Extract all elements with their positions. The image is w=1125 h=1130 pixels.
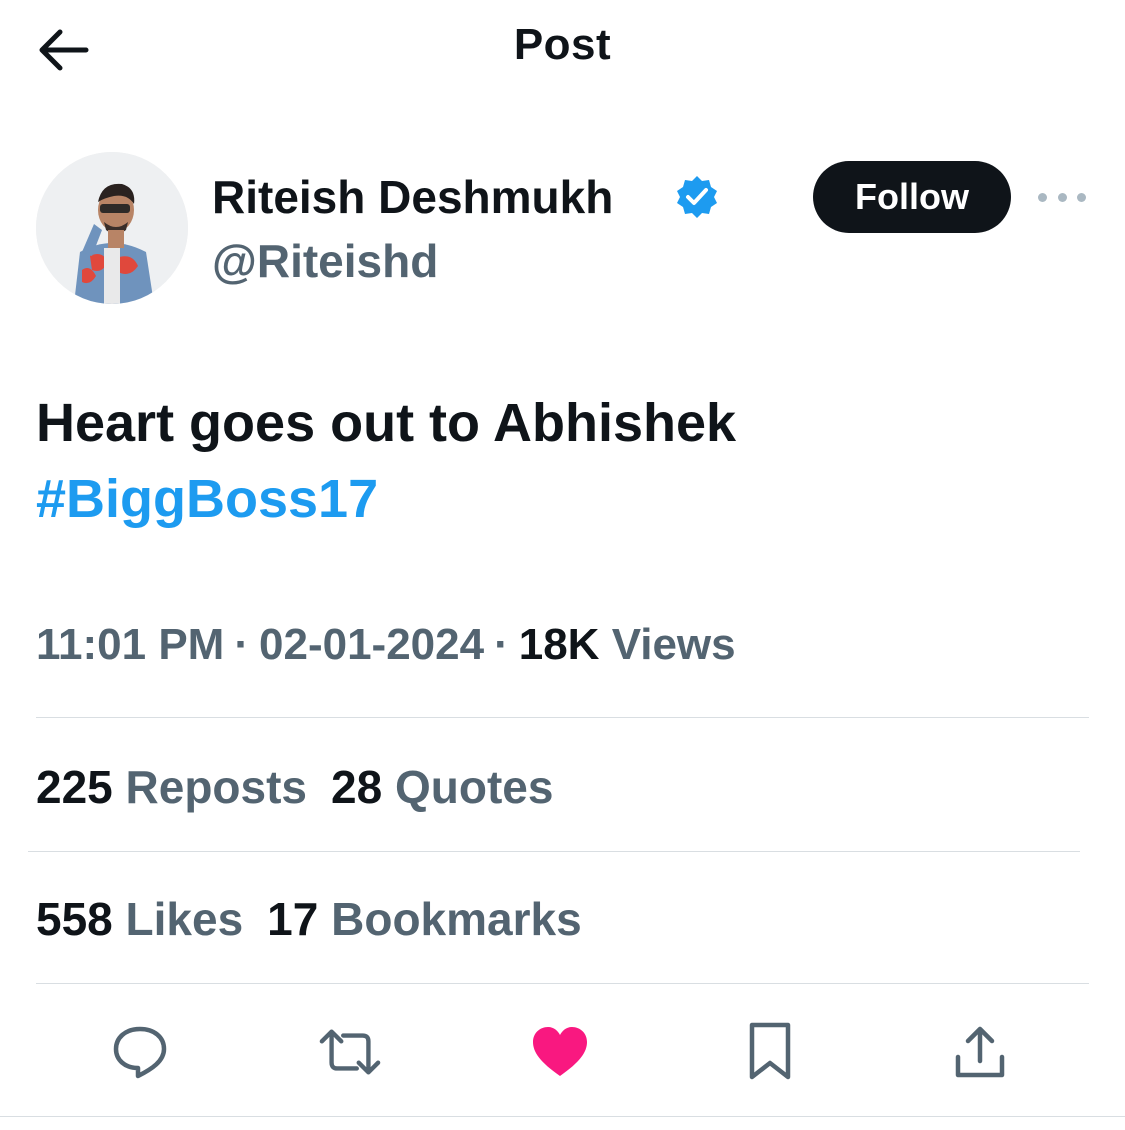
likes-count: 558 xyxy=(36,893,113,945)
stats-row-reactions: 558 Likes 17 Bookmarks xyxy=(36,892,606,946)
separator-dot: · xyxy=(234,620,249,669)
reply-button[interactable] xyxy=(108,1020,172,1084)
repost-button[interactable] xyxy=(318,1020,382,1084)
more-options-button[interactable] xyxy=(1038,180,1086,214)
author-name[interactable]: Riteish Deshmukh xyxy=(212,170,613,224)
stats-row-engagement: 225 Reposts 28 Quotes xyxy=(36,760,577,814)
bookmarks-count: 17 xyxy=(267,893,319,945)
post-time: 11:01 PM xyxy=(36,620,225,669)
profile-photo xyxy=(36,152,188,304)
reply-icon xyxy=(113,1026,167,1079)
follow-button[interactable]: Follow xyxy=(813,161,1011,233)
divider xyxy=(0,1116,1125,1117)
reposts-count: 225 xyxy=(36,761,113,813)
quotes-label: Quotes xyxy=(394,761,554,813)
reposts-stat[interactable]: 225 Reposts xyxy=(36,761,307,813)
like-icon xyxy=(533,1027,587,1076)
post-meta: 11:01 PM · 02-01-2024 · 18K Views xyxy=(36,620,736,670)
share-button[interactable] xyxy=(948,1020,1012,1084)
verified-badge-icon xyxy=(674,174,720,220)
avatar[interactable] xyxy=(36,152,188,304)
reposts-label: Reposts xyxy=(125,761,308,813)
dot-icon xyxy=(1057,192,1067,202)
dot-icon xyxy=(1077,192,1086,202)
quotes-count: 28 xyxy=(331,761,383,813)
separator-dot: · xyxy=(494,620,509,669)
like-button[interactable] xyxy=(528,1020,592,1084)
page-title: Post xyxy=(513,20,612,69)
share-icon xyxy=(955,1026,1005,1078)
bookmark-icon xyxy=(749,1022,791,1080)
post-date: 02-01-2024 xyxy=(259,620,485,669)
bookmarks-stat[interactable]: 17 Bookmarks xyxy=(267,893,582,945)
repost-icon xyxy=(319,1029,381,1075)
divider xyxy=(28,851,1080,852)
hashtag-link[interactable]: #BiggBoss17 xyxy=(36,468,378,530)
author-handle[interactable]: @Riteishd xyxy=(212,234,438,288)
post-text: Heart goes out to Abhishek xyxy=(36,393,737,453)
divider xyxy=(36,983,1089,984)
bookmark-button[interactable] xyxy=(738,1020,802,1084)
likes-label: Likes xyxy=(125,893,244,945)
dot-icon xyxy=(1038,192,1047,202)
views-count: 18K xyxy=(518,620,600,669)
views-label: Views xyxy=(611,620,736,669)
bookmarks-label: Bookmarks xyxy=(331,893,582,945)
divider xyxy=(36,717,1089,718)
likes-stat[interactable]: 558 Likes xyxy=(36,893,243,945)
quotes-stat[interactable]: 28 Quotes xyxy=(331,761,553,813)
